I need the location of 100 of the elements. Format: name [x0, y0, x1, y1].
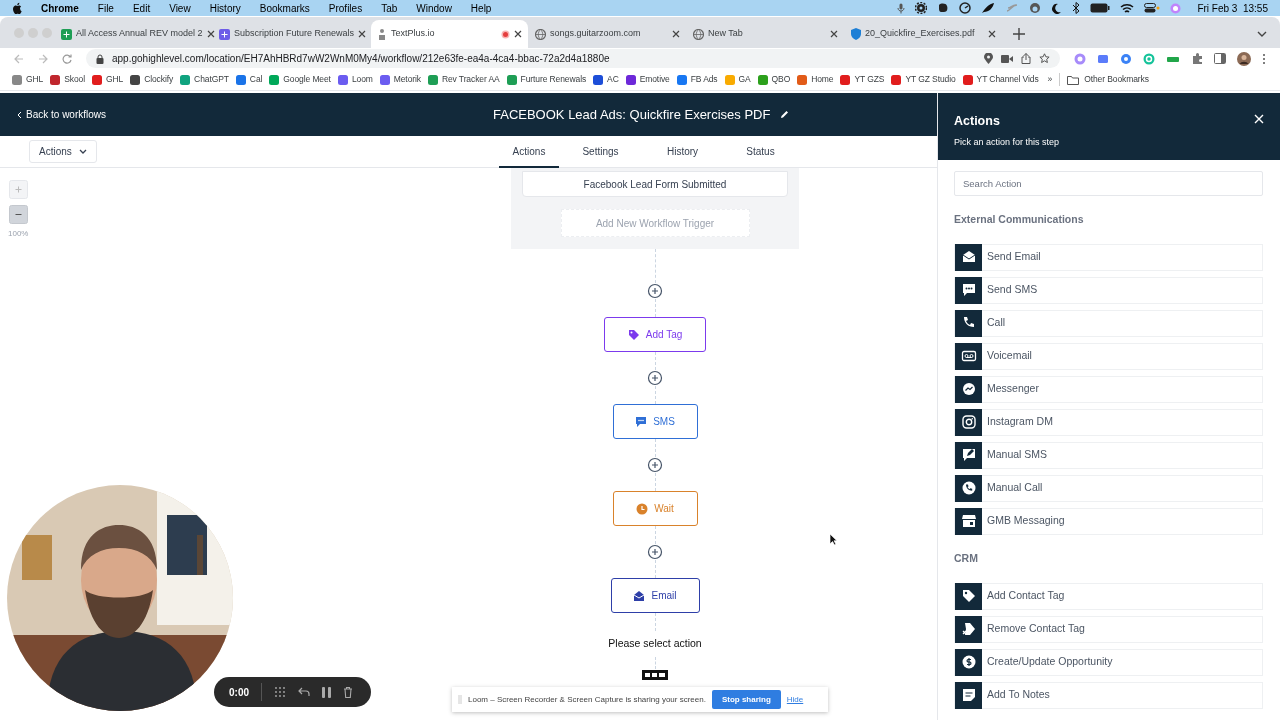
- bookmark[interactable]: GHL: [12, 73, 44, 86]
- video-camera-icon[interactable]: [1001, 54, 1013, 63]
- card-icon[interactable]: [1097, 52, 1109, 65]
- orb-icon[interactable]: [1170, 2, 1182, 14]
- bookmark[interactable]: Home: [797, 73, 834, 86]
- search-field[interactable]: Search Action: [954, 171, 1263, 196]
- add-step-icon[interactable]: [647, 457, 663, 473]
- bookmark[interactable]: QBO: [757, 73, 791, 86]
- bookmark[interactable]: Furture Renewals: [506, 73, 587, 86]
- browser-tab[interactable]: Subscription Future Renewals: [213, 20, 370, 48]
- action-item[interactable]: Instagram DM: [954, 408, 1263, 436]
- bookmark[interactable]: Metorik: [379, 73, 421, 86]
- menu-item[interactable]: Help: [470, 0, 492, 16]
- hide-link[interactable]: Hide: [786, 693, 804, 706]
- close-icon[interactable]: [358, 30, 367, 38]
- action-item[interactable]: Add To Notes: [954, 681, 1263, 709]
- menu-item[interactable]: File: [97, 0, 114, 16]
- bookmark[interactable]: YT Channel Vids: [962, 73, 1039, 86]
- more-vertical-icon[interactable]: [1262, 52, 1266, 65]
- step-node[interactable]: SMS: [612, 404, 698, 439]
- app-name[interactable]: Chrome: [41, 0, 79, 16]
- menu-item[interactable]: Tab: [381, 0, 398, 16]
- action-item[interactable]: Remove Contact Tag: [954, 615, 1263, 643]
- bluetooth-icon[interactable]: [1072, 2, 1081, 14]
- add-step-icon[interactable]: [647, 283, 663, 299]
- menu-item[interactable]: View: [169, 0, 191, 16]
- close-icon[interactable]: [206, 30, 215, 38]
- feather-icon[interactable]: [981, 2, 996, 14]
- bookmark[interactable]: Cal: [235, 73, 263, 86]
- action-item[interactable]: Send SMS: [954, 276, 1263, 304]
- bookmark[interactable]: GA: [724, 73, 751, 86]
- workflow-tab[interactable]: History: [642, 136, 723, 168]
- bookmark[interactable]: Loom: [337, 73, 373, 86]
- close-icon[interactable]: [672, 30, 680, 38]
- action-item[interactable]: Manual Call: [954, 474, 1263, 502]
- close-icon[interactable]: [988, 30, 996, 38]
- step-node[interactable]: Add Tag: [604, 317, 706, 352]
- bookmark[interactable]: YT GZS: [840, 73, 885, 86]
- browser-tab[interactable]: All Access Annual REV model 2: [55, 20, 212, 48]
- bookmark[interactable]: ChatGPT: [180, 73, 229, 86]
- undo-icon[interactable]: [298, 687, 310, 697]
- bookmark-folder[interactable]: Other Bookmarks: [1067, 73, 1149, 86]
- bookmark[interactable]: FB Ads: [676, 73, 718, 86]
- location-pin-icon[interactable]: [984, 53, 993, 64]
- action-item[interactable]: Create/Update Opportunity: [954, 648, 1263, 676]
- grid-dots-icon[interactable]: [274, 686, 286, 698]
- circle-icon[interactable]: [1029, 2, 1042, 14]
- pencil-icon[interactable]: [780, 110, 790, 119]
- moon-icon[interactable]: [1051, 2, 1063, 14]
- gear-icon[interactable]: [915, 2, 928, 14]
- toggle-icon[interactable]: [1144, 3, 1161, 13]
- action-item[interactable]: Add Contact Tag: [954, 582, 1263, 610]
- wifi-icon[interactable]: [1120, 2, 1135, 14]
- action-item[interactable]: Voicemail: [954, 342, 1263, 370]
- menu-item[interactable]: Edit: [132, 0, 151, 16]
- workflow-tab[interactable]: Status: [723, 136, 798, 168]
- browser-tab[interactable]: 20_Quickfire_Exercises.pdf: [845, 20, 1002, 48]
- address-bar[interactable]: app.gohighlevel.com/location/EH7AhHBRd7wW2WnM0My4/workflow/212e63fe-ea4a-4ca4-bbac-72a2d4a1880e: [86, 49, 1060, 68]
- add-step-icon[interactable]: [647, 370, 663, 386]
- browser-tab[interactable]: TextPlus.io: [371, 20, 528, 48]
- trigger-card[interactable]: Facebook Lead Form Submitted: [522, 171, 788, 197]
- bookmark[interactable]: Skool: [50, 73, 85, 86]
- stop-sharing-button[interactable]: Stop sharing: [711, 690, 781, 709]
- sidebar-icon[interactable]: [1214, 53, 1226, 64]
- menu-item[interactable]: Window: [416, 0, 452, 16]
- battery-icon[interactable]: [1090, 3, 1111, 13]
- share-icon[interactable]: [1021, 53, 1031, 64]
- workflow-tab[interactable]: Settings: [559, 136, 642, 168]
- bookmark[interactable]: AC: [593, 73, 619, 86]
- browser-tab[interactable]: New Tab: [687, 20, 844, 48]
- action-item[interactable]: GMB Messaging: [954, 507, 1263, 535]
- action-item[interactable]: Call: [954, 309, 1263, 337]
- browser-tab[interactable]: songs.guitarzoom.com: [529, 20, 686, 48]
- bookmark[interactable]: Rev Tracker AA: [427, 73, 500, 86]
- pause-icon[interactable]: [322, 686, 331, 698]
- mic-icon[interactable]: [897, 2, 906, 14]
- step-node[interactable]: Email: [610, 578, 700, 613]
- puzzle-icon[interactable]: [1191, 52, 1203, 65]
- add-step-icon[interactable]: [647, 544, 663, 560]
- avatar-icon[interactable]: [1237, 51, 1251, 66]
- close-icon[interactable]: [514, 30, 522, 38]
- trash-icon[interactable]: [343, 686, 353, 698]
- action-item[interactable]: Send Email: [954, 243, 1263, 271]
- bookmark[interactable]: Google Meet: [269, 73, 331, 86]
- actions-dropdown[interactable]: Actions: [29, 140, 97, 163]
- menu-item[interactable]: Bookmarks: [259, 0, 310, 16]
- close-icon[interactable]: [830, 30, 838, 38]
- back-link[interactable]: Back to workflows: [16, 107, 107, 122]
- bookmark[interactable]: Emotive: [625, 73, 670, 86]
- reload-icon[interactable]: [62, 53, 72, 64]
- bookmark[interactable]: YT GZ Studio: [891, 73, 956, 86]
- bookmark[interactable]: Clockify: [130, 73, 174, 86]
- menu-item[interactable]: History: [209, 0, 241, 16]
- action-item[interactable]: Messenger: [954, 375, 1263, 403]
- star-icon[interactable]: [1039, 53, 1050, 64]
- menubar-clock[interactable]: Fri Feb 3 13:55: [1197, 0, 1268, 16]
- menu-item[interactable]: Profiles: [328, 0, 363, 16]
- bookmark[interactable]: GHL: [91, 73, 124, 86]
- bookmarks-overflow-button[interactable]: »: [1047, 73, 1053, 86]
- action-item[interactable]: Manual SMS: [954, 441, 1263, 469]
